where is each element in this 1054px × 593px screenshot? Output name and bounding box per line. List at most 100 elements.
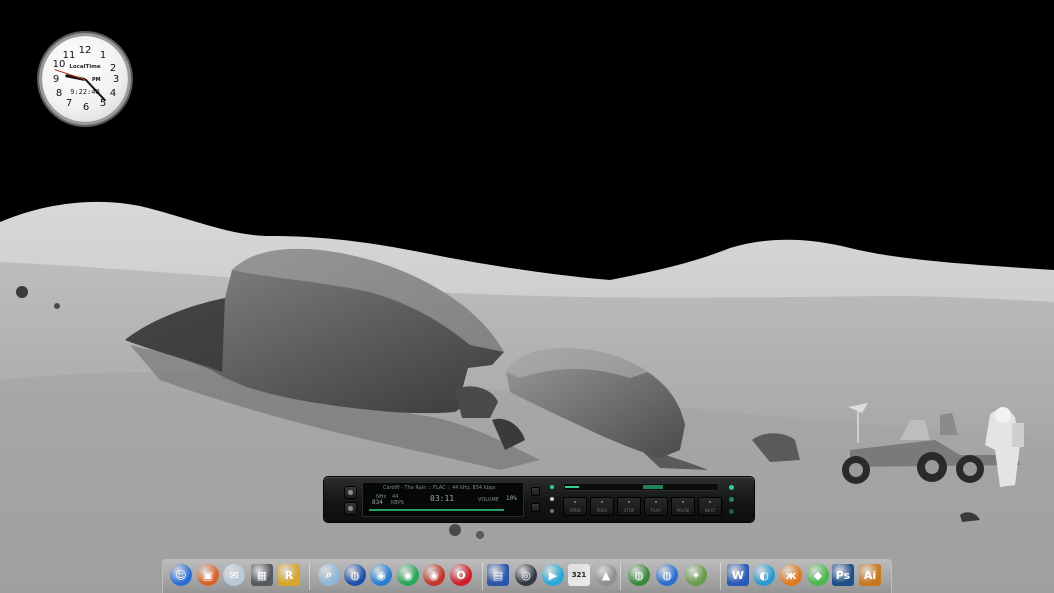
status-indicator [550,485,554,489]
open-button[interactable]: OPEN [563,497,587,516]
dock-separator [620,563,621,590]
browser-green-icon: ◉ [403,568,413,582]
next-button[interactable]: NEXT [698,497,722,516]
dock-item-network[interactable]: ◍ [344,564,366,586]
dock-item-illustrator[interactable]: Ai [859,564,881,586]
elapsed-time: 03:11 [430,494,455,503]
bitrate-unit: KBPS [391,500,404,506]
camera-icon: ◎ [521,568,531,582]
compass-icon: ◐ [759,568,769,582]
seek-slider[interactable] [563,483,719,491]
position-bar[interactable] [369,509,504,511]
dock-item-satellite[interactable]: ✦ [685,564,707,586]
status-indicator [550,509,554,513]
dock-separator [482,563,483,590]
media-play-icon: ▶ [548,568,558,582]
clock-digital-time: 9:22:48 [70,88,100,96]
arrow-circle-icon: ▲ [601,568,611,582]
dock-item-browser-1[interactable]: ◉ [370,564,392,586]
clock-numeral: 1 [99,50,107,61]
calculator-icon: ▦ [256,568,268,582]
magnifier-icon: ⌕ [325,568,333,581]
word-icon: W [731,568,745,582]
playback-mode-icon[interactable] [531,503,540,512]
prev-button-label: PREV [596,508,608,513]
prev-button[interactable]: PREV [590,497,614,516]
calendar-icon: 321 [571,571,587,579]
stop-button-label: STOP [623,508,635,513]
dock-item-photoshop[interactable]: Ps [832,564,854,586]
play-icon [655,501,657,503]
status-indicator [550,497,554,501]
dock-item-browser-3[interactable]: ◉ [423,564,445,586]
photoshop-icon: Ps [835,568,851,582]
clock-numeral: 6 [82,102,90,113]
finder-icon: ☺ [175,568,187,582]
dock-item-floppy[interactable]: ▤ [487,564,509,586]
floppy-disk-icon: ▤ [492,568,504,582]
seek-fill [565,486,579,488]
pause-button-label: PAUSE [676,508,690,513]
dock-item-search[interactable]: ⌕ [318,564,340,586]
dock-item-arrow[interactable]: ▲ [595,564,617,586]
clock-numeral: 11 [62,50,76,61]
dock-item-word[interactable]: W [727,564,749,586]
browser-icon: ◉ [376,568,386,582]
dock-item-toolbox[interactable]: ▣ [197,564,219,586]
seek-knob[interactable] [643,485,663,489]
play-button[interactable]: PLAY [644,497,668,516]
stop-icon [628,501,630,503]
r-app-icon: R [284,568,294,582]
next-icon [709,501,711,503]
dock-item-calendar[interactable]: 321 [568,564,590,586]
clock-numeral: 7 [65,98,73,109]
pause-button[interactable]: PAUSE [671,497,695,516]
butterfly-icon: ж [785,568,797,582]
toolbox-icon: ▣ [202,568,214,582]
volume-value: 10% [506,495,517,502]
dock-item-earth[interactable]: ◍ [628,564,650,586]
network-globe-icon: ◍ [350,568,360,582]
gem-icon: ◆ [813,568,823,582]
open-button-label: OPEN [569,508,581,513]
track-title: Cardiff - The Rain :: FLAC :: 44 kHz, 83… [383,485,496,491]
eject-icon [574,501,576,503]
dock-separator [309,563,310,590]
opera-icon: O [456,568,466,582]
pause-icon [682,501,684,503]
led-indicator [729,509,734,514]
dock-item-opera[interactable]: O [450,564,472,586]
playlist-icon[interactable] [531,487,540,496]
dock-item-r-app[interactable]: R [278,564,300,586]
led-indicator [729,485,734,490]
analog-clock-widget[interactable]: 12 1 2 3 4 5 6 7 8 9 10 11 LocalTime PM … [42,36,128,122]
dock-separator [720,563,721,590]
stop-button[interactable]: STOP [617,497,641,516]
volume-label: VOLUME [478,497,499,503]
clock-period-label: PM [92,77,101,83]
browser-red-green-icon: ◉ [429,568,439,582]
dock-item-emerald[interactable]: ◆ [807,564,829,586]
dock-item-calculator[interactable]: ▦ [251,564,273,586]
dock-item-compass[interactable]: ◐ [753,564,775,586]
clock-numeral: 12 [78,45,92,56]
dock-item-camera[interactable]: ◎ [515,564,537,586]
clock-numeral: 3 [112,74,120,85]
dock-item-media[interactable]: ▶ [542,564,564,586]
bitrate-value: 834 [372,499,383,506]
illustrator-icon: Ai [863,568,877,582]
earth-icon: ◍ [634,568,644,582]
dock-item-mail[interactable]: ✉ [223,564,245,586]
satellite-icon: ✦ [691,568,701,582]
dock-item-finder[interactable]: ☺ [170,564,192,586]
dock-item-butterfly[interactable]: ж [780,564,802,586]
dock-item-browser-2[interactable]: ◉ [397,564,419,586]
menu-icon[interactable] [344,486,357,499]
led-indicator [729,497,734,502]
power-icon[interactable] [344,502,357,515]
clock-numeral: 9 [52,74,60,85]
globe-icon: ◍ [662,568,672,582]
previous-icon [601,501,603,503]
play-button-label: PLAY [651,508,661,513]
dock-item-globe-2[interactable]: ◍ [656,564,678,586]
